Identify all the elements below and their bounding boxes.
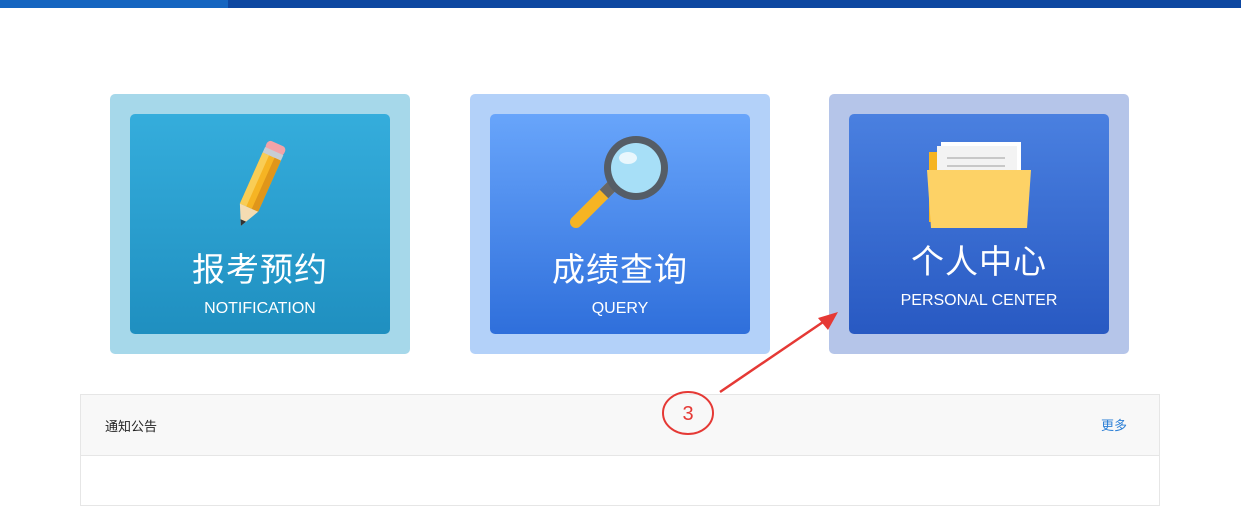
card-score-query-face[interactable]: 成绩查询 QUERY: [490, 114, 750, 334]
pencil-icon: [239, 140, 286, 226]
card-exam-registration[interactable]: 报考预约 NOTIFICATION: [110, 94, 410, 354]
top-nav-active-indicator: [0, 0, 228, 8]
top-nav-bar: [0, 0, 1241, 8]
notice-panel: 通知公告 更多: [80, 394, 1160, 506]
card-personal-center-face[interactable]: 个人中心 PERSONAL CENTER: [849, 114, 1109, 334]
notice-header: 通知公告 更多: [81, 395, 1159, 456]
notice-title: 通知公告: [105, 420, 158, 435]
card-personal-center[interactable]: 个人中心 PERSONAL CENTER: [829, 94, 1129, 354]
card-title: 成绩查询: [552, 250, 688, 289]
folder-icon: [927, 142, 1031, 228]
card-score-query[interactable]: 成绩查询 QUERY: [470, 94, 770, 354]
magnifier-icon: [570, 136, 668, 228]
more-link[interactable]: 更多: [1101, 415, 1127, 434]
card-subtitle: NOTIFICATION: [204, 300, 316, 317]
card-title: 个人中心: [911, 242, 1047, 281]
card-subtitle: PERSONAL CENTER: [900, 292, 1058, 309]
card-subtitle: QUERY: [591, 300, 649, 317]
card-exam-registration-face[interactable]: 报考预约 NOTIFICATION: [130, 114, 390, 334]
card-title: 报考预约: [192, 250, 328, 289]
